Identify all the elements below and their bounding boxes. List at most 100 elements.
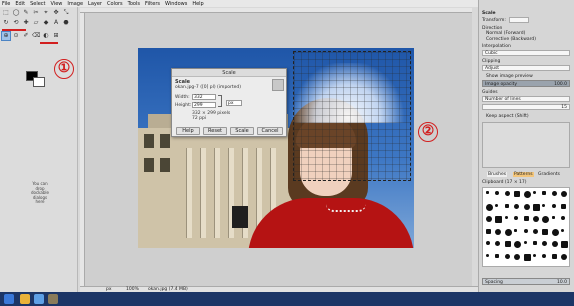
menu-file[interactable]: File [2, 1, 10, 7]
brush-swatch[interactable] [561, 253, 568, 260]
brush-swatch[interactable] [542, 228, 549, 235]
height-input[interactable]: 299 [192, 102, 216, 108]
eraser-tool[interactable]: ⌫ [32, 32, 40, 40]
show-preview-checkbox[interactable]: Show image preview [486, 74, 533, 79]
interpolation-select[interactable]: Cubic [482, 50, 570, 56]
brush-swatch[interactable] [542, 253, 547, 258]
brush-swatch[interactable] [533, 203, 540, 211]
brush-swatch[interactable] [551, 216, 555, 219]
fuzzy-select-tool[interactable]: ⌖ [42, 9, 50, 17]
brush-swatch[interactable] [495, 228, 502, 235]
brush-swatch[interactable] [551, 228, 559, 236]
width-input[interactable]: 332 [192, 94, 216, 100]
brush-swatch[interactable] [561, 216, 566, 220]
direction-normal-radio[interactable]: Normal (Forward) [486, 31, 525, 36]
horizontal-ruler[interactable] [80, 8, 472, 13]
brush-swatch[interactable] [561, 228, 565, 232]
menu-windows[interactable]: Windows [165, 1, 187, 7]
menu-help[interactable]: Help [192, 1, 203, 7]
help-button[interactable]: Help [176, 127, 200, 135]
perspective-tool[interactable]: ▱ [32, 19, 40, 27]
browser-icon[interactable] [34, 294, 44, 304]
scale-transform-grid[interactable] [293, 51, 411, 181]
brush-swatch[interactable] [495, 253, 500, 258]
brush-swatch[interactable] [486, 228, 491, 234]
flip-tool[interactable]: ⟲ [12, 19, 20, 27]
brush-swatch[interactable] [495, 191, 500, 195]
brush-swatch[interactable] [523, 191, 531, 198]
brush-swatch[interactable] [514, 216, 519, 220]
shear-tool[interactable]: ◆ [42, 19, 50, 27]
start-icon[interactable] [4, 294, 14, 304]
brush-swatch[interactable] [504, 203, 509, 208]
reset-button[interactable]: Reset [203, 127, 227, 135]
brush-swatch[interactable] [551, 253, 557, 259]
scissors-tool[interactable]: ✂ [32, 9, 40, 17]
brush-swatch[interactable] [561, 191, 568, 197]
keep-aspect-checkbox[interactable]: Keep aspect (Shift) [486, 114, 529, 119]
move-tool[interactable]: ✥ [52, 9, 60, 17]
brush-swatch[interactable] [523, 253, 531, 261]
vertical-ruler[interactable] [80, 13, 85, 286]
direction-corrective-radio[interactable]: Corrective (Backward) [486, 37, 536, 42]
brush-swatch[interactable] [551, 241, 558, 247]
free-select-tool[interactable]: ✎ [22, 9, 30, 17]
dodge-tool[interactable]: ◐ [42, 32, 50, 40]
brush-swatch[interactable] [514, 253, 521, 260]
brush-swatch[interactable] [551, 191, 557, 196]
brush-swatch[interactable] [533, 216, 539, 222]
heal-tool[interactable]: ⊙ [12, 32, 20, 40]
brush-swatch[interactable] [514, 191, 521, 197]
brush-swatch[interactable] [523, 203, 530, 210]
menu-colors[interactable]: Colors [107, 1, 123, 7]
brush-swatch[interactable] [561, 241, 569, 248]
brush-swatch[interactable] [561, 203, 567, 209]
unit-select[interactable]: px [226, 100, 242, 106]
dialog-titlebar[interactable]: Scale [172, 69, 286, 77]
align-tool[interactable]: ⤡ [62, 9, 70, 17]
brush-swatch[interactable] [533, 253, 536, 257]
brush-swatch[interactable] [542, 191, 547, 195]
menu-image[interactable]: Image [67, 1, 83, 7]
menu-tools[interactable]: Tools [128, 1, 140, 7]
rect-select-tool[interactable]: ⬚ [2, 9, 10, 17]
brush-swatch[interactable] [486, 203, 493, 211]
background-color-swatch[interactable] [33, 77, 45, 87]
brush-swatch[interactable] [542, 216, 550, 223]
brush-swatch[interactable] [486, 216, 492, 222]
brush-swatch[interactable] [514, 228, 518, 232]
gimp-icon[interactable] [48, 294, 58, 304]
brush-swatch[interactable] [486, 241, 490, 245]
text-tool[interactable]: A [52, 19, 60, 27]
clipping-select[interactable]: Adjust [482, 65, 570, 71]
bucket-fill-tool[interactable]: ⬣ [62, 19, 70, 27]
brush-swatch[interactable] [523, 216, 529, 221]
brush-swatch[interactable] [542, 241, 548, 246]
spacing-slider[interactable]: Spacing 10.0 [482, 278, 570, 285]
cancel-button[interactable]: Cancel [257, 127, 283, 135]
brush-swatch[interactable] [533, 241, 537, 245]
brush-swatch[interactable] [533, 228, 538, 234]
rotate-tool[interactable]: ↻ [2, 19, 10, 27]
crop-tool[interactable]: ✚ [22, 19, 30, 27]
pencil-tool[interactable]: ✐ [22, 32, 30, 40]
brush-swatch[interactable] [504, 191, 510, 196]
opacity-slider[interactable]: Image opacity 100.0 [482, 80, 570, 87]
brush-swatch[interactable] [486, 253, 489, 257]
brush-swatch[interactable] [551, 203, 556, 208]
menu-layer[interactable]: Layer [88, 1, 102, 7]
brush-swatch[interactable] [495, 241, 501, 246]
brush-swatch[interactable] [495, 216, 503, 223]
ellipse-select-tool[interactable]: ◯ [12, 9, 20, 17]
brush-swatch[interactable] [533, 191, 536, 194]
transform-mode-buttons[interactable] [509, 17, 529, 23]
brush-swatch[interactable] [523, 228, 528, 233]
scale-tool[interactable]: ⊕ [1, 31, 11, 41]
brush-swatch[interactable] [542, 203, 546, 207]
brush-swatch[interactable] [514, 203, 520, 209]
scale-button[interactable]: Scale [230, 127, 254, 135]
brush-swatch[interactable] [495, 203, 499, 207]
brush-swatch[interactable] [504, 241, 511, 247]
guides-select[interactable]: Number of lines [482, 96, 570, 102]
brush-grid[interactable] [482, 187, 570, 267]
